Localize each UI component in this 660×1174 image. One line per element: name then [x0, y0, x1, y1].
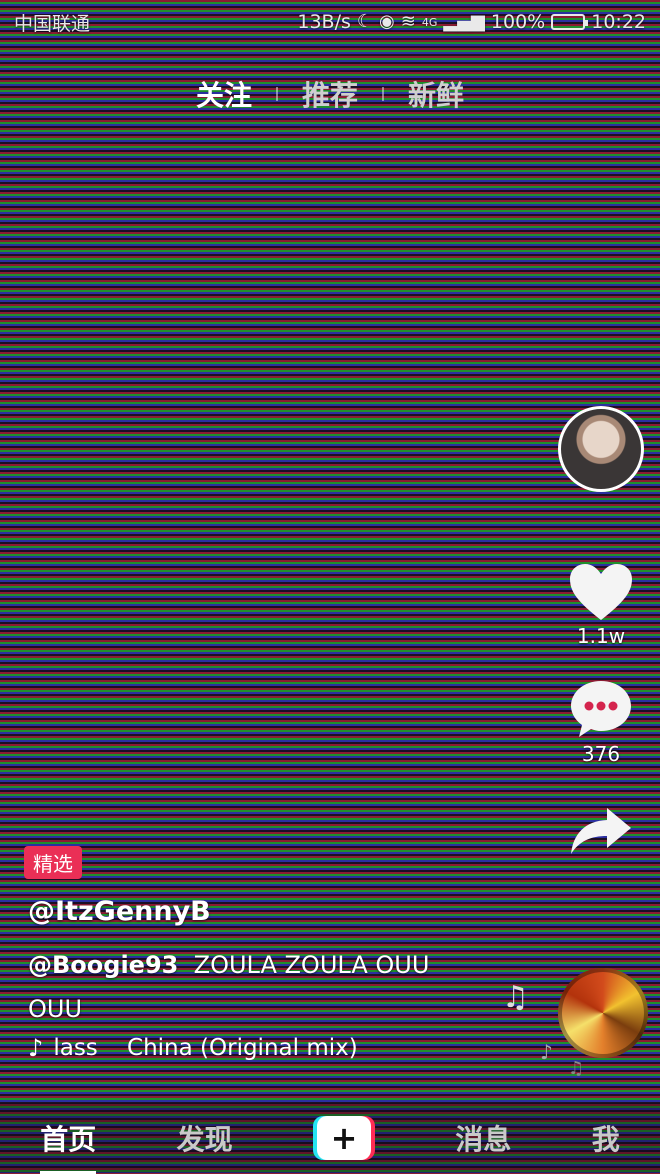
music-title: lass China (Original mix): [53, 1035, 358, 1061]
music-note-icon: ♫: [568, 1058, 585, 1079]
comment-icon: [571, 681, 631, 737]
carrier-label: 中国联通: [14, 12, 91, 35]
signal-icon: ▂▄▆: [443, 11, 485, 32]
tab-separator: [275, 87, 278, 101]
video-caption: @Boogie93 ZOULA ZOULA OUU OUU: [28, 943, 448, 1031]
creator-avatar[interactable]: [558, 406, 644, 492]
heart-icon: [570, 564, 632, 620]
share-button[interactable]: [569, 806, 633, 856]
share-icon: [571, 808, 631, 854]
tab-recommended[interactable]: 推荐: [302, 74, 358, 114]
like-button[interactable]: 1.1w: [568, 562, 634, 648]
status-bar: 中国联通 13B/s ☾ ◉ ≋ 4G ▂▄▆ 100% 10:22: [0, 0, 660, 44]
nav-me[interactable]: 我: [592, 1118, 620, 1158]
network-speed: 13B/s: [297, 11, 351, 33]
status-right: 13B/s ☾ ◉ ≋ 4G ▂▄▆ 100% 10:22: [297, 11, 646, 33]
featured-badge: 精选: [24, 846, 82, 879]
create-button[interactable]: +: [312, 1116, 375, 1160]
right-rail: 1.1w 376: [554, 406, 648, 856]
tab-fresh[interactable]: 新鲜: [408, 74, 464, 114]
nav-discover[interactable]: 发现: [177, 1118, 233, 1158]
tab-separator: [382, 87, 384, 101]
music-note-icon: ♪: [28, 1034, 44, 1062]
moon-icon: ☾: [356, 11, 374, 32]
battery-icon: [551, 14, 589, 30]
music-note-icon: ♫: [502, 980, 529, 1015]
eye-icon: ◉: [379, 11, 395, 32]
like-count: 1.1w: [576, 624, 626, 648]
nav-home[interactable]: 首页: [40, 1118, 97, 1174]
music-info[interactable]: ♪ lass China (Original mix): [28, 1034, 358, 1062]
username[interactable]: @ItzGennyB: [28, 896, 211, 927]
mention-link[interactable]: @Boogie93: [28, 951, 178, 979]
comment-count: 376: [581, 742, 621, 766]
comment-button[interactable]: 376: [568, 678, 634, 766]
battery-percent: 100%: [490, 11, 546, 33]
music-disc[interactable]: [558, 968, 648, 1058]
plus-icon: +: [316, 1116, 371, 1160]
signal-label: 4G: [421, 15, 438, 29]
tab-following[interactable]: 关注: [196, 74, 252, 114]
music-note-icon: ♪: [540, 1040, 553, 1064]
clock: 10:22: [591, 11, 646, 33]
bottom-nav: 首页 发现 + 消息 我: [0, 1103, 660, 1174]
nav-messages[interactable]: 消息: [455, 1118, 511, 1158]
top-tabs: 关注 推荐 新鲜: [0, 74, 660, 114]
wifi-icon: ≋: [400, 11, 416, 32]
